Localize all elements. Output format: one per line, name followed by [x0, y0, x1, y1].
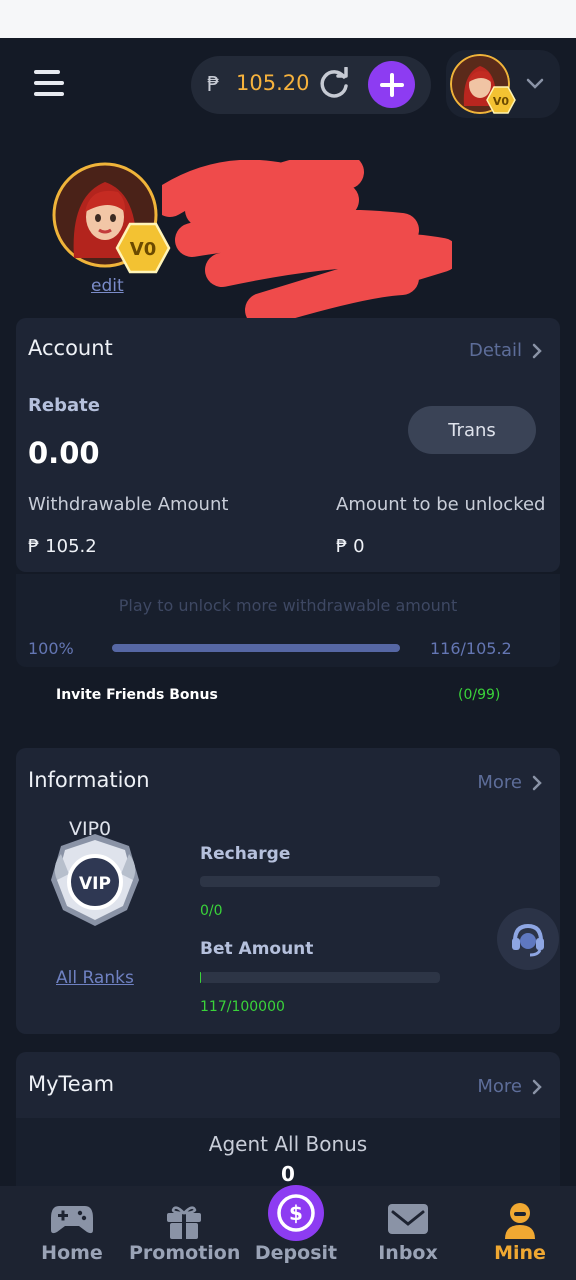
unlock-progress-fill	[112, 644, 400, 652]
svg-text:VIP: VIP	[79, 874, 111, 894]
unlock-amount-value: ₱ 0	[336, 536, 365, 557]
trans-button[interactable]: Trans	[408, 406, 536, 454]
vip-shield-icon: VIP	[51, 834, 139, 926]
menu-line	[34, 70, 60, 74]
unlock-message: Play to unlock more withdrawable amount	[118, 596, 458, 615]
envelope-icon	[388, 1204, 428, 1234]
chevron-right-icon	[532, 775, 542, 790]
account-card: Account Detail Rebate 0.00 Trans Withdra…	[16, 318, 560, 572]
unlock-ratio: 116/105.2	[430, 639, 512, 658]
unlock-progress-panel: Play to unlock more withdrawable amount …	[16, 574, 560, 667]
page: ₱ 105.20 V0 V0 edit Account Detail Rebat…	[0, 0, 576, 1280]
menu-button[interactable]	[34, 70, 64, 98]
nav-home[interactable]: Home	[17, 1186, 127, 1280]
rebate-label: Rebate	[28, 395, 100, 416]
balance-value: 105.20	[236, 71, 310, 95]
information-title: Information	[28, 768, 150, 792]
more-label: More	[477, 1076, 522, 1097]
nav-inbox-label: Inbox	[378, 1242, 438, 1264]
nav-deposit[interactable]: $ Deposit	[241, 1185, 351, 1280]
plus-icon	[389, 72, 394, 97]
user-menu[interactable]: V0	[446, 50, 560, 118]
bottom-nav: Home Promotion $ Deposit Inbox Mine	[0, 1185, 576, 1280]
all-ranks-link[interactable]: All Ranks	[56, 968, 134, 988]
myteam-title: MyTeam	[28, 1072, 115, 1096]
user-icon	[505, 1203, 535, 1239]
nav-home-label: Home	[41, 1242, 103, 1264]
more-label: More	[477, 772, 522, 793]
svg-text:V0: V0	[130, 239, 156, 260]
recharge-value: 0/0	[200, 903, 223, 919]
svg-text:V0: V0	[493, 95, 510, 108]
vip-level-badge: V0	[486, 86, 516, 114]
agent-bonus-value: 0	[281, 1162, 295, 1186]
nav-deposit-label: Deposit	[254, 1242, 338, 1264]
withdrawable-label: Withdrawable Amount	[28, 494, 229, 515]
chevron-down-icon	[526, 78, 544, 89]
rebate-value: 0.00	[28, 436, 100, 470]
dollar-coin-icon: $	[268, 1185, 324, 1241]
account-title: Account	[28, 336, 113, 360]
bet-amount-progress-bar	[200, 972, 440, 983]
unlock-percent: 100%	[28, 639, 74, 658]
gift-icon	[167, 1206, 201, 1239]
unlock-amount-label: Amount to be unlocked	[336, 494, 546, 515]
recharge-progress-bar	[200, 876, 440, 887]
nav-mine-label: Mine	[494, 1242, 546, 1264]
status-bar	[0, 0, 576, 38]
bet-amount-label: Bet Amount	[200, 939, 314, 959]
agent-bonus-label: Agent All Bonus	[208, 1132, 368, 1156]
nav-promotion[interactable]: Promotion	[129, 1186, 241, 1280]
chevron-right-icon	[532, 1079, 542, 1094]
edit-profile-link[interactable]: edit	[91, 276, 124, 296]
recharge-label: Recharge	[200, 844, 291, 864]
account-detail-link[interactable]: Detail	[469, 340, 542, 361]
chevron-right-icon	[532, 343, 542, 358]
refresh-icon[interactable]	[317, 67, 351, 101]
add-funds-button[interactable]	[368, 61, 415, 108]
invite-bonus-label[interactable]: Invite Friends Bonus	[56, 687, 218, 703]
myteam-card: MyTeam More Agent All Bonus 0	[16, 1052, 560, 1186]
nav-promotion-label: Promotion	[129, 1242, 241, 1264]
nav-inbox[interactable]: Inbox	[353, 1186, 463, 1280]
information-more-link[interactable]: More	[477, 772, 542, 793]
redacted-username	[162, 160, 452, 320]
myteam-more-link[interactable]: More	[477, 1076, 542, 1097]
invite-bonus-count: (0/99)	[458, 687, 501, 703]
detail-label: Detail	[468, 340, 522, 361]
menu-line	[34, 81, 64, 85]
svg-text:$: $	[289, 1201, 303, 1225]
bet-amount-value: 117/100000	[200, 999, 285, 1015]
agent-bonus-panel: Agent All Bonus 0	[16, 1118, 560, 1186]
customer-support-button[interactable]	[497, 908, 559, 970]
unlock-progress-bar	[112, 644, 400, 652]
withdrawable-value: ₱ 105.2	[28, 536, 97, 557]
menu-line	[34, 92, 64, 96]
nav-mine[interactable]: Mine	[465, 1186, 575, 1280]
headset-icon	[512, 923, 544, 957]
balance-currency: ₱	[207, 72, 220, 96]
gamepad-icon	[51, 1206, 93, 1234]
balance-pill: ₱ 105.20	[191, 56, 431, 114]
